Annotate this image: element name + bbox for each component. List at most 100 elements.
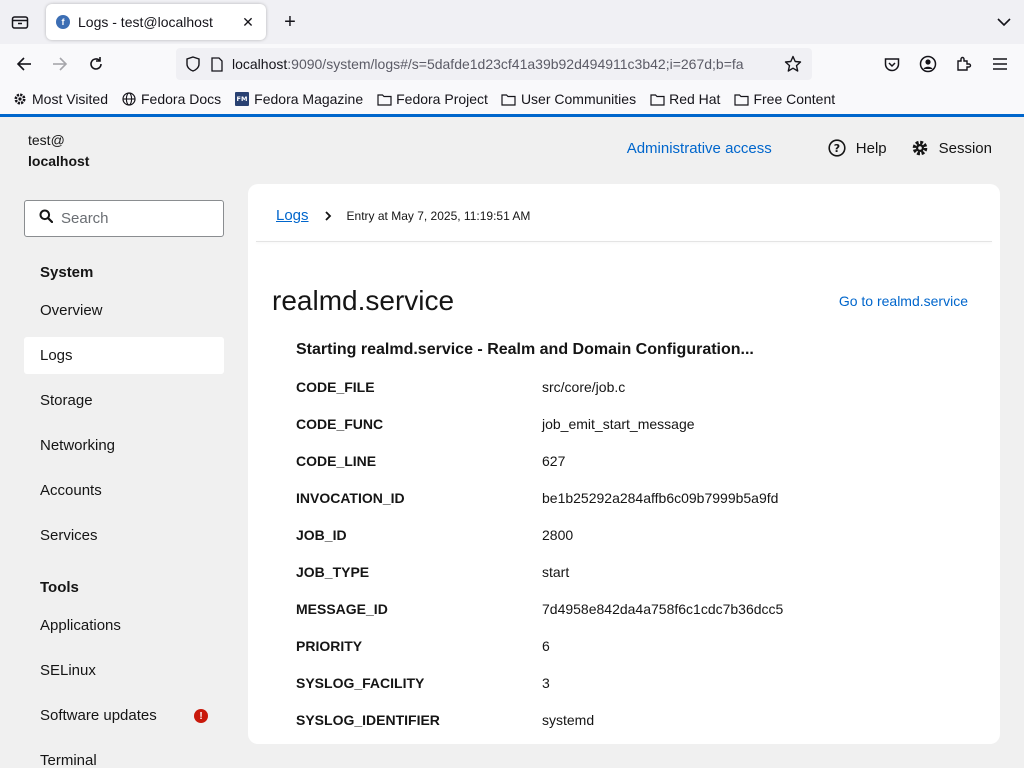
field-key: JOB_TYPE	[296, 564, 370, 580]
new-tab-icon[interactable]: +	[278, 10, 302, 34]
extensions-icon[interactable]	[952, 52, 976, 76]
fedora-favicon-icon: f	[56, 15, 70, 29]
field-key: SYSLOG_FACILITY	[296, 675, 425, 691]
list-all-tabs-chevron-down-icon[interactable]	[994, 12, 1014, 32]
pocket-icon[interactable]	[880, 52, 904, 76]
search-icon	[39, 209, 54, 228]
nav-search-field[interactable]	[24, 200, 224, 237]
reload-icon[interactable]	[84, 52, 108, 76]
svg-text:FM: FM	[237, 95, 248, 103]
close-tab-icon[interactable]: ✕	[240, 14, 256, 30]
field-row: SYSLOG_FACILITY 3	[296, 673, 550, 693]
fm-icon: FM	[234, 91, 250, 107]
go-to-service-link[interactable]: Go to realmd.service	[839, 293, 968, 309]
field-key: CODE_FILE	[296, 379, 375, 395]
sidebar-nav: System Overview Logs Storage Networking …	[24, 200, 224, 768]
url-path: :9090/system/logs#/s=5dafde1d23cf41a39b9…	[287, 56, 744, 72]
help-circle-icon: ?	[828, 139, 846, 157]
folder-icon	[501, 91, 517, 107]
field-row: JOB_ID 2800	[296, 525, 573, 545]
sidebar-item-applications[interactable]: Applications	[24, 607, 224, 644]
field-key: JOB_ID	[296, 527, 347, 543]
bookmark-most-visited[interactable]: Most Visited	[12, 91, 108, 107]
administrative-access-button[interactable]: Administrative access	[627, 140, 772, 157]
bookmark-fedora-magazine[interactable]: FM Fedora Magazine	[234, 91, 363, 107]
session-button[interactable]: Session	[911, 139, 992, 157]
url-host: localhost	[232, 56, 288, 72]
gear-icon	[12, 91, 28, 107]
svg-text:?: ?	[834, 142, 840, 155]
bookmark-star-icon[interactable]	[782, 53, 804, 75]
sidebar-item-logs[interactable]: Logs	[24, 337, 224, 374]
field-value: 3	[542, 675, 550, 691]
field-row: INVOCATION_ID be1b25292a284affb6c09b7999…	[296, 488, 778, 508]
folder-icon	[376, 91, 392, 107]
bookmark-free-content[interactable]: Free Content	[733, 91, 835, 107]
field-key: SYSLOG_IDENTIFIER	[296, 712, 440, 728]
nav-section-tools: Tools	[40, 579, 79, 596]
sidebar-item-label: Software updates	[40, 707, 157, 724]
sidebar-item-services[interactable]: Services	[24, 517, 224, 554]
breadcrumb-current: Entry at May 7, 2025, 11:19:51 AM	[346, 208, 531, 223]
field-row: CODE_FUNC job_emit_start_message	[296, 414, 695, 434]
sidebar-item-overview[interactable]: Overview	[24, 292, 224, 329]
field-row: PRIORITY 6	[296, 636, 550, 656]
bookmark-label: Fedora Docs	[141, 91, 222, 107]
entry-title: realmd.service	[272, 285, 455, 316]
host-name: localhost	[28, 153, 90, 169]
host-switcher[interactable]: test@ localhost	[28, 130, 89, 172]
sidebar-item-storage[interactable]: Storage	[24, 382, 224, 419]
bookmark-red-hat[interactable]: Red Hat	[649, 91, 720, 107]
cockpit-page: test@ localhost Administrative access ? …	[0, 117, 1024, 768]
field-row: SYSLOG_IDENTIFIER systemd	[296, 710, 594, 730]
account-icon[interactable]	[916, 52, 940, 76]
bookmark-label: Fedora Magazine	[254, 91, 364, 107]
browser-nav-bar: localhost:9090/system/logs#/s=5dafde1d23…	[0, 44, 1024, 84]
bookmark-label: Most Visited	[32, 91, 108, 107]
url-bar[interactable]: localhost:9090/system/logs#/s=5dafde1d23…	[176, 48, 812, 80]
bookmark-label: Red Hat	[669, 91, 721, 107]
page-info-icon[interactable]	[208, 55, 226, 73]
breadcrumb-logs-link[interactable]: Logs	[276, 207, 309, 224]
tab-list-icon[interactable]	[6, 10, 34, 34]
field-value: start	[542, 564, 570, 580]
sidebar-item-accounts[interactable]: Accounts	[24, 472, 224, 509]
folder-icon	[649, 91, 665, 107]
sidebar-item-networking[interactable]: Networking	[24, 427, 224, 464]
field-key: PRIORITY	[296, 638, 363, 654]
bookmark-user-communities[interactable]: User Communities	[501, 91, 636, 107]
forward-arrow-icon[interactable]	[48, 52, 72, 76]
log-entry-card: Logs Entry at May 7, 2025, 11:19:51 AM r…	[248, 184, 1000, 744]
help-button[interactable]: ? Help	[828, 139, 887, 157]
tab-title: Logs - test@localhost	[78, 14, 213, 30]
field-key: CODE_FUNC	[296, 416, 384, 432]
alert-badge-icon: !	[194, 709, 208, 723]
folder-icon	[733, 91, 749, 107]
url-text[interactable]: localhost:9090/system/logs#/s=5dafde1d23…	[232, 56, 782, 72]
tracking-shield-icon[interactable]	[184, 55, 202, 73]
browser-tab-active[interactable]: f Logs - test@localhost ✕	[46, 4, 266, 40]
sidebar-item-software-updates[interactable]: Software updates !	[24, 697, 224, 734]
breadcrumb: Logs Entry at May 7, 2025, 11:19:51 AM	[276, 207, 530, 224]
field-value: 627	[542, 453, 566, 469]
back-arrow-icon[interactable]	[12, 52, 36, 76]
bookmark-fedora-project[interactable]: Fedora Project	[376, 91, 488, 107]
session-label: Session	[938, 139, 992, 157]
sidebar-item-selinux[interactable]: SELinux	[24, 652, 224, 689]
field-row: MESSAGE_ID 7d4958e842da4a758f6c1cdc7b36d…	[296, 599, 783, 619]
sidebar-item-terminal[interactable]: Terminal	[24, 742, 224, 768]
help-label: Help	[855, 139, 887, 157]
field-value: 6	[542, 638, 550, 654]
field-value: src/core/job.c	[542, 379, 626, 395]
bookmarks-toolbar: Most Visited Fedora Docs FM Fedora Magaz…	[0, 84, 1024, 114]
bookmark-fedora-docs[interactable]: Fedora Docs	[121, 91, 221, 107]
card-divider	[256, 241, 992, 242]
field-key: MESSAGE_ID	[296, 601, 388, 617]
top-actions: Administrative access ? Help Session	[627, 139, 992, 157]
field-key: INVOCATION_ID	[296, 490, 405, 506]
host-user: test@	[28, 132, 65, 148]
field-value: job_emit_start_message	[542, 416, 695, 432]
search-input[interactable]	[61, 210, 211, 227]
menu-hamburger-icon[interactable]	[988, 52, 1012, 76]
field-row: CODE_FILE src/core/job.c	[296, 377, 625, 397]
